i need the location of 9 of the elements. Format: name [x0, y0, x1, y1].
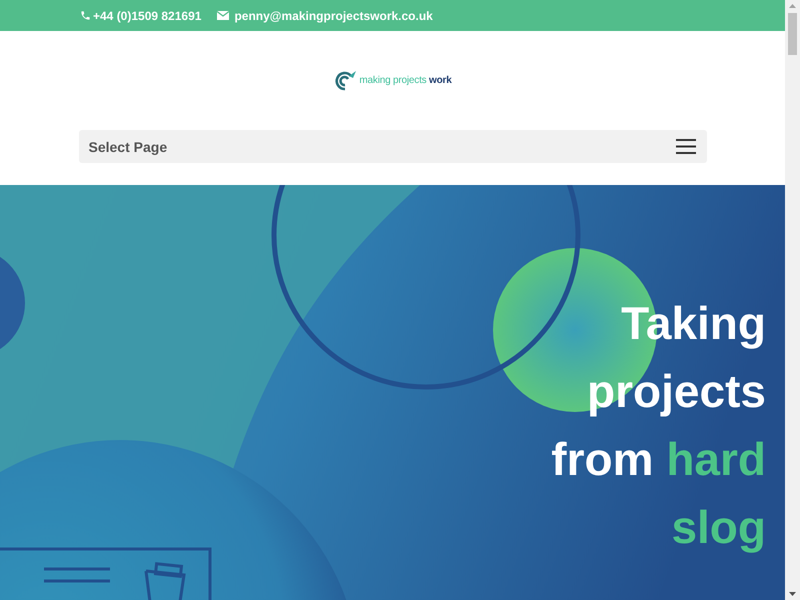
phone-icon — [80, 10, 91, 21]
mobile-menu-bar[interactable]: Select Page — [78, 130, 706, 163]
scrollbar[interactable] — [785, 0, 800, 600]
hero-heading: Taking projects from hard slog — [550, 296, 766, 555]
menu-icon — [676, 139, 696, 154]
envelope-icon — [217, 11, 230, 20]
site-logo[interactable]: making projects work — [333, 68, 452, 92]
spiral-icon — [333, 69, 358, 91]
scrollbar-thumb[interactable] — [788, 13, 797, 55]
